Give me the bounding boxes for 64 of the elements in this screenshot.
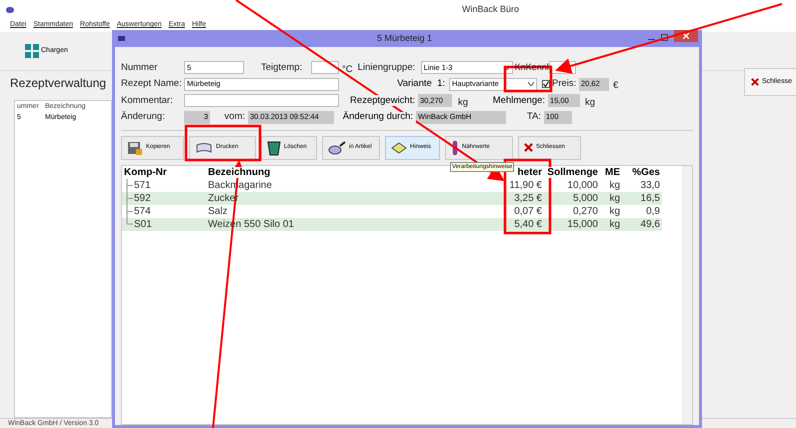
table-cell-text: 0,270 <box>572 204 598 218</box>
table-cell-text: kg <box>608 178 621 192</box>
unit-label: kg <box>458 96 468 108</box>
test-tube-icon <box>451 140 459 156</box>
table-cell-text: 574 <box>133 204 152 218</box>
checkbox[interactable] <box>542 80 550 88</box>
table-cell-text: 571 <box>133 178 152 192</box>
field-label: Teigtemp: <box>261 62 304 72</box>
column-header: Sollmenge <box>546 166 598 180</box>
tree-lines <box>126 178 134 224</box>
column-header: Bezeichnung <box>208 166 272 180</box>
table-cell-text: 0,9 <box>645 204 660 218</box>
unit-label: kg <box>585 96 596 108</box>
field-label: Mehlmenge: <box>492 96 546 106</box>
scroll-icon <box>195 142 213 154</box>
app-icon <box>118 36 125 41</box>
table-cell-text: Salz <box>208 204 228 218</box>
magnifier-icon <box>328 140 346 154</box>
unit-label: € <box>613 80 618 91</box>
table-cell-text: S01 <box>133 218 153 232</box>
close-icon <box>751 78 759 86</box>
checkmark-icon <box>543 81 549 87</box>
field-label: Nummer <box>121 62 158 72</box>
table-cell-text: 49,6 <box>640 218 660 232</box>
unit-label: °C <box>342 64 353 74</box>
caret-icon <box>504 66 510 70</box>
field-label: TA: <box>526 112 542 122</box>
window-title: 5 Mürbeteig 1 <box>377 32 432 45</box>
field-label: Rezept Name: <box>121 79 183 89</box>
input-field[interactable] <box>184 94 339 107</box>
field-label: Kommentar: <box>121 96 174 106</box>
close-icon <box>524 143 533 152</box>
table-cell-text: 592 <box>133 192 152 206</box>
field-label: Liniengruppe: <box>358 62 416 72</box>
table-cell-text: 5,40 € <box>513 218 543 232</box>
highlight-frame <box>504 66 552 92</box>
table-cell-text: 15,000 <box>566 218 598 232</box>
window-title: WinBack Büro <box>462 3 520 16</box>
grid-icon <box>25 44 39 58</box>
table-cell-text: 33,0 <box>640 178 660 192</box>
field-label: Preis: <box>552 79 578 89</box>
app-icon <box>6 6 14 13</box>
note-icon <box>391 142 407 154</box>
field-label: Rezeptgewicht: <box>349 96 416 106</box>
caret-icon <box>528 82 534 86</box>
table-cell-text: kg <box>608 204 621 218</box>
close-icon <box>683 33 689 39</box>
table-cell-text: kg <box>608 192 621 206</box>
field-label: Änderung: <box>121 112 166 122</box>
table-cell-text: 16,5 <box>640 192 660 206</box>
field-label: KnKennl: <box>514 63 549 72</box>
field-label: vom: <box>223 112 246 122</box>
maximize-icon[interactable] <box>661 34 668 41</box>
table-cell-text: 0,07 € <box>513 204 543 218</box>
table-cell-text: kg <box>608 218 621 232</box>
table-cell-text: 10,000 <box>566 178 598 192</box>
table-cell-text: 11,90 € <box>508 178 543 192</box>
scrollbar[interactable] <box>682 166 692 424</box>
page-heading: Rezeptverwaltung <box>10 75 108 92</box>
table-cell-text: 5,000 <box>572 192 598 206</box>
field-label: Variante 1: <box>396 79 446 89</box>
trash-icon <box>267 140 281 156</box>
table-cell-text: 3,25 € <box>513 192 543 206</box>
input-field[interactable] <box>311 61 339 74</box>
